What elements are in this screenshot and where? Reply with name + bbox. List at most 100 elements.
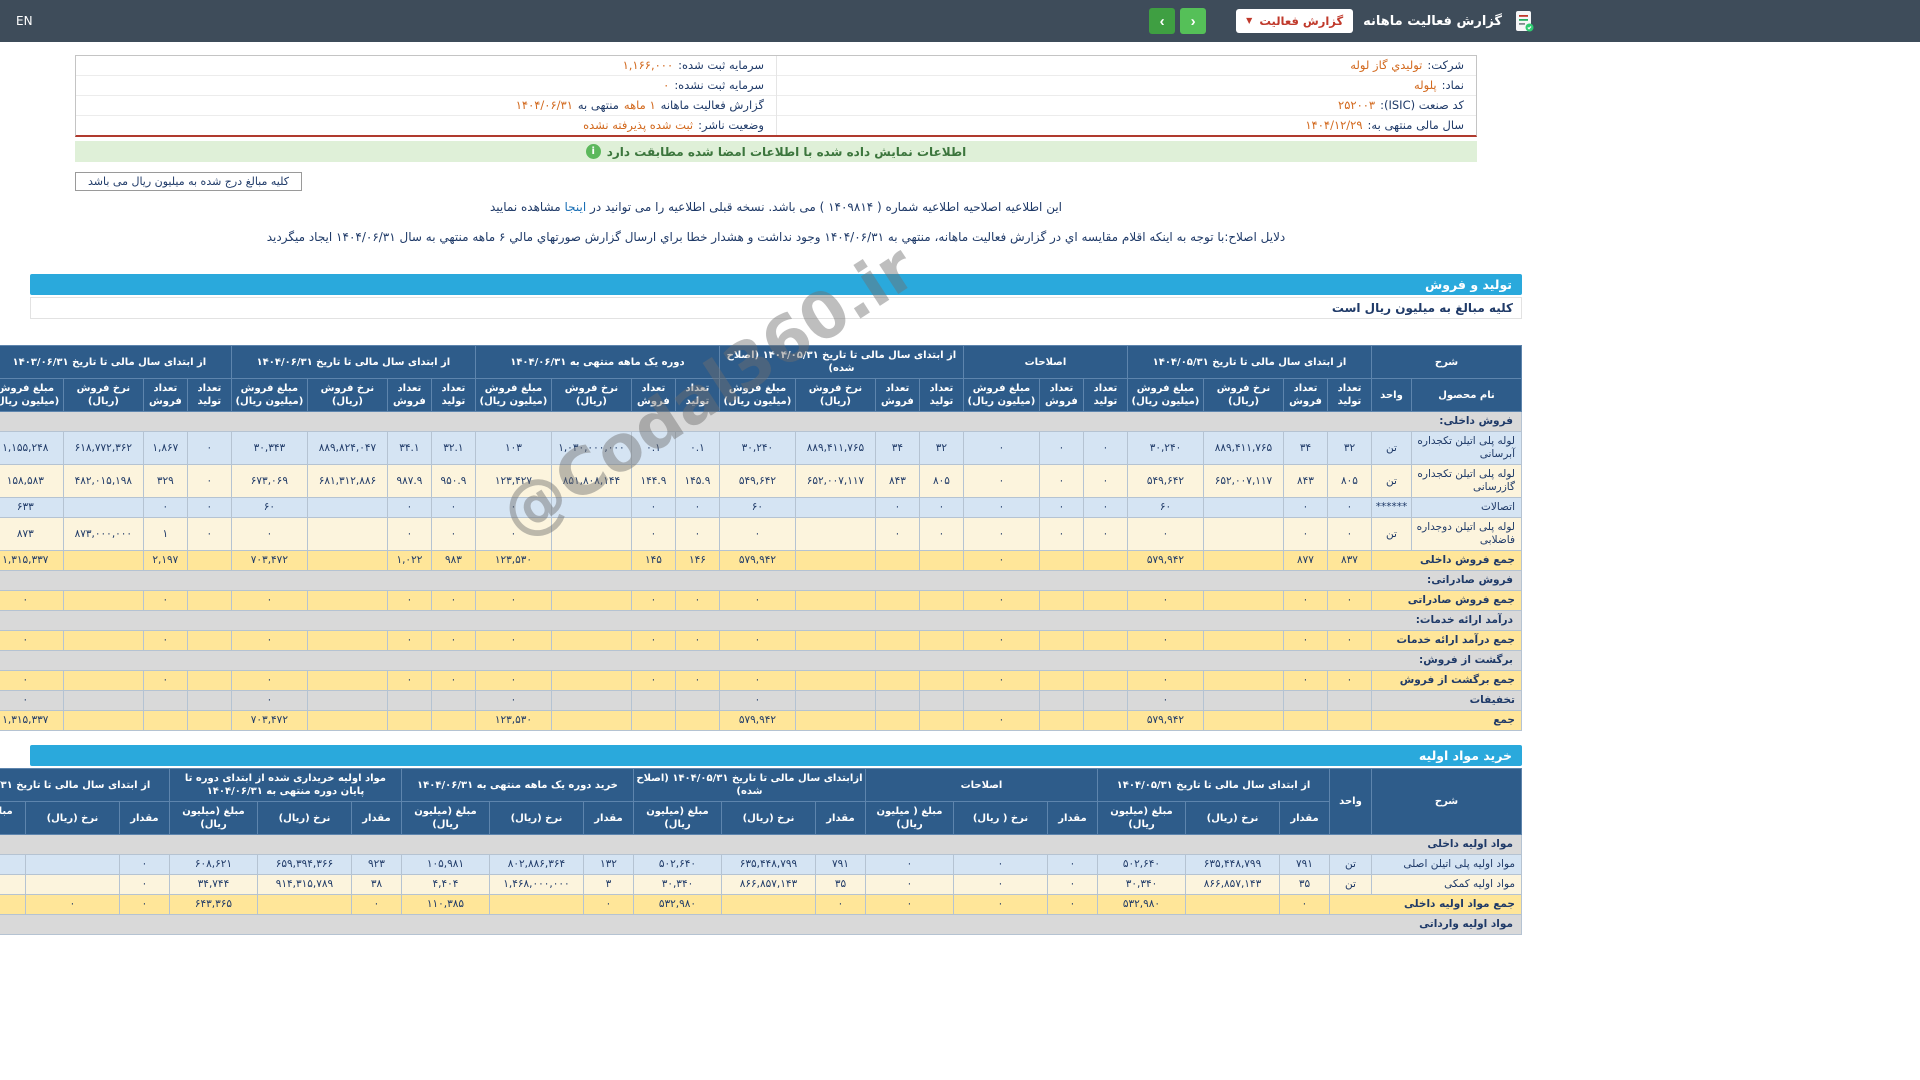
page-title: گزارش فعالیت ماهانه bbox=[1363, 13, 1502, 29]
table-cell: ۶۰۸,۶۲۱ bbox=[168, 854, 258, 875]
table-cell bbox=[186, 710, 232, 731]
language-toggle-en[interactable]: EN bbox=[16, 14, 33, 28]
product-row: لوله پلی اتیلن دوجداره فاضلابی تن ۰ ۰ ۰ ۰ ۰ ۰ ۰ ۰… bbox=[0, 517, 1522, 551]
table-cell bbox=[256, 894, 352, 915]
table-cell bbox=[1202, 670, 1284, 691]
table-cell: ۹۸۷.۹ bbox=[386, 464, 432, 498]
table-cell: ۰ bbox=[230, 517, 308, 551]
table-cell: ۰ bbox=[962, 431, 1040, 465]
table-cell: ۰ bbox=[962, 464, 1040, 498]
next-report-button[interactable]: › bbox=[1180, 8, 1207, 34]
table-cell bbox=[962, 690, 1040, 711]
table-cell bbox=[550, 550, 632, 571]
table-cell bbox=[918, 690, 964, 711]
table-cell: ۰ bbox=[186, 517, 232, 551]
column-header: مبلغ (میلیون ریال) bbox=[0, 801, 26, 835]
table-cell bbox=[306, 550, 388, 571]
table-cell: ۵۷۹,۹۴۲ bbox=[718, 710, 796, 731]
table-cell bbox=[142, 710, 188, 731]
table-cell: ۰ bbox=[474, 630, 552, 651]
table-cell: ۱,۸۶۷ bbox=[142, 431, 188, 465]
info-value: پلوله bbox=[1414, 78, 1437, 92]
table-cell bbox=[24, 874, 120, 895]
column-header: مبلغ فروش (میلیون ریال) bbox=[718, 378, 796, 412]
column-group-header: اصلاحات bbox=[864, 768, 1098, 802]
column-header: نام محصول bbox=[1411, 378, 1522, 412]
report-type-dropdown[interactable]: گزارش فعالیت ▼ bbox=[1236, 9, 1354, 33]
table-cell bbox=[186, 550, 232, 571]
table-cell: ۱۰۵,۹۸۱ bbox=[400, 854, 490, 875]
info-row: گزارش فعالیت ماهانه ۱ ماهه منتهی به ۱۴۰۴/۰۶… bbox=[76, 96, 776, 116]
column-group-header: از ابتدای سال مالی تا تاریخ ۱۴۰۳/۰۶/۳۱ bbox=[0, 768, 170, 802]
product-row: مواد اولیه کمکی تن ۳۵ ۸۶۶,۸۵۷,۱۴۳ ۳۰,۳۴۰ ۰ ۰ ۰ ۳… bbox=[0, 874, 1522, 895]
total-row: جمع درآمد ارائه خدمات ۰ ۰ ۰ ۰ ۰ ۰ ۰ ۰ ۰ ۰ ۰ ۰ ۰ bbox=[0, 630, 1523, 651]
table-cell: ۳۵ bbox=[814, 874, 866, 895]
table-cell bbox=[674, 710, 720, 731]
column-header: تعداد تولید bbox=[430, 378, 476, 412]
section-label: فروش داخلی: bbox=[0, 411, 1523, 432]
table-cell: ۷۰۳,۴۷۲ bbox=[230, 550, 308, 571]
column-header: مقدار bbox=[350, 801, 402, 835]
table-cell bbox=[1038, 690, 1084, 711]
column-header: نرخ فروش (ریال) bbox=[62, 378, 144, 412]
table-cell bbox=[918, 630, 964, 651]
previous-version-link[interactable]: اینجا bbox=[565, 200, 587, 214]
table-cell: ۰ bbox=[962, 670, 1040, 691]
table-cell: ۰ bbox=[386, 497, 432, 518]
table-cell: ۶۰ bbox=[230, 497, 308, 518]
table-cell bbox=[386, 690, 432, 711]
table-cell: ۰ bbox=[1038, 464, 1084, 498]
table-cell: ۰ bbox=[142, 630, 188, 651]
table-cell: ۰ bbox=[1282, 590, 1328, 611]
table-cell: ۰ bbox=[186, 464, 232, 498]
table-cell: ۵۷۹,۹۴۲ bbox=[718, 550, 796, 571]
table-cell: ۳۰,۳۴۰ bbox=[1096, 874, 1187, 895]
table-cell: ۵۷۹,۹۴۲ bbox=[1126, 550, 1204, 571]
column-header: مبلغ فروش (میلیون ریال) bbox=[474, 378, 552, 412]
section-label: مواد اولیه داخلی bbox=[0, 834, 1523, 855]
table-cell bbox=[1202, 590, 1284, 611]
table-cell: ۶۳۳ bbox=[0, 497, 64, 518]
table-cell: ۳۰,۲۴۰ bbox=[718, 431, 796, 465]
table-cell bbox=[62, 497, 144, 518]
table-cell: ۰ bbox=[430, 497, 476, 518]
total-label: جمع فروش صادراتی bbox=[1370, 590, 1523, 611]
product-row: لوله پلی اتیلن تکجداره آبرسانی تن ۳۲ ۳۴ ۸۸۹,… bbox=[0, 431, 1522, 465]
table-cell: ۰ bbox=[474, 517, 552, 551]
table-cell bbox=[550, 630, 632, 651]
column-group-header: ازابتدای سال مالی تا تاریخ ۱۴۰۴/۰۵/۳۱ (ا… bbox=[632, 768, 866, 802]
table-cell: ۰ bbox=[952, 854, 1048, 875]
navbar-right-cluster: گزارش فعالیت ماهانه گزارش فعالیت ▼ ‹ › bbox=[1149, 8, 1536, 34]
table-cell: ۱۳۲ bbox=[582, 854, 634, 875]
table-cell: ۰ bbox=[1126, 517, 1204, 551]
table-cell bbox=[1082, 550, 1128, 571]
info-label: گزارش فعالیت ماهانه bbox=[660, 98, 764, 112]
table-cell bbox=[794, 550, 876, 571]
table-cell: ۵۰۲,۶۴۰ bbox=[1096, 854, 1187, 875]
table-cell: ۰ bbox=[0, 630, 64, 651]
table-cell: ۰ bbox=[1082, 464, 1128, 498]
report-navigation: ‹ › bbox=[1149, 8, 1207, 34]
table-cell: ۸۸۹,۴۱۱,۷۶۵ bbox=[1202, 431, 1284, 465]
table-cell: ۹۸۳ bbox=[430, 550, 476, 571]
product-unit: ****** bbox=[1370, 497, 1413, 518]
table-cell: ۱۲۳,۵۳۰ bbox=[474, 710, 552, 731]
column-header: تعداد تولید bbox=[918, 378, 964, 412]
amounts-unit-note: کلیه مبالغ درج شده به میلیون ریال می باش… bbox=[75, 172, 302, 191]
table-cell bbox=[918, 550, 964, 571]
table-cell: ۰ bbox=[1126, 590, 1204, 611]
table-cell: ۸۶۶,۸۵۷,۱۴۳ bbox=[1185, 874, 1280, 895]
table-cell: ۰ bbox=[386, 630, 432, 651]
table-cell bbox=[430, 690, 476, 711]
column-header: تعداد فروش bbox=[1038, 378, 1084, 412]
section-label: درآمد ارائه خدمات: bbox=[0, 610, 1523, 631]
column-group-header: از ابتدای سال مالی تا تاریخ ۱۴۰۴/۰۶/۳۱ bbox=[230, 345, 476, 379]
table-cell bbox=[550, 497, 632, 518]
column-group-header: واحد bbox=[1329, 768, 1372, 835]
table-cell bbox=[186, 590, 232, 611]
table-cell: ۱۶,۷۳۷ bbox=[0, 874, 26, 895]
table-cell: ۰ bbox=[1082, 497, 1128, 518]
previous-report-button[interactable]: ‹ bbox=[1149, 8, 1176, 34]
table-cell: ۰.۱ bbox=[674, 431, 720, 465]
column-header: مبلغ (میلیون ریال) bbox=[632, 801, 722, 835]
